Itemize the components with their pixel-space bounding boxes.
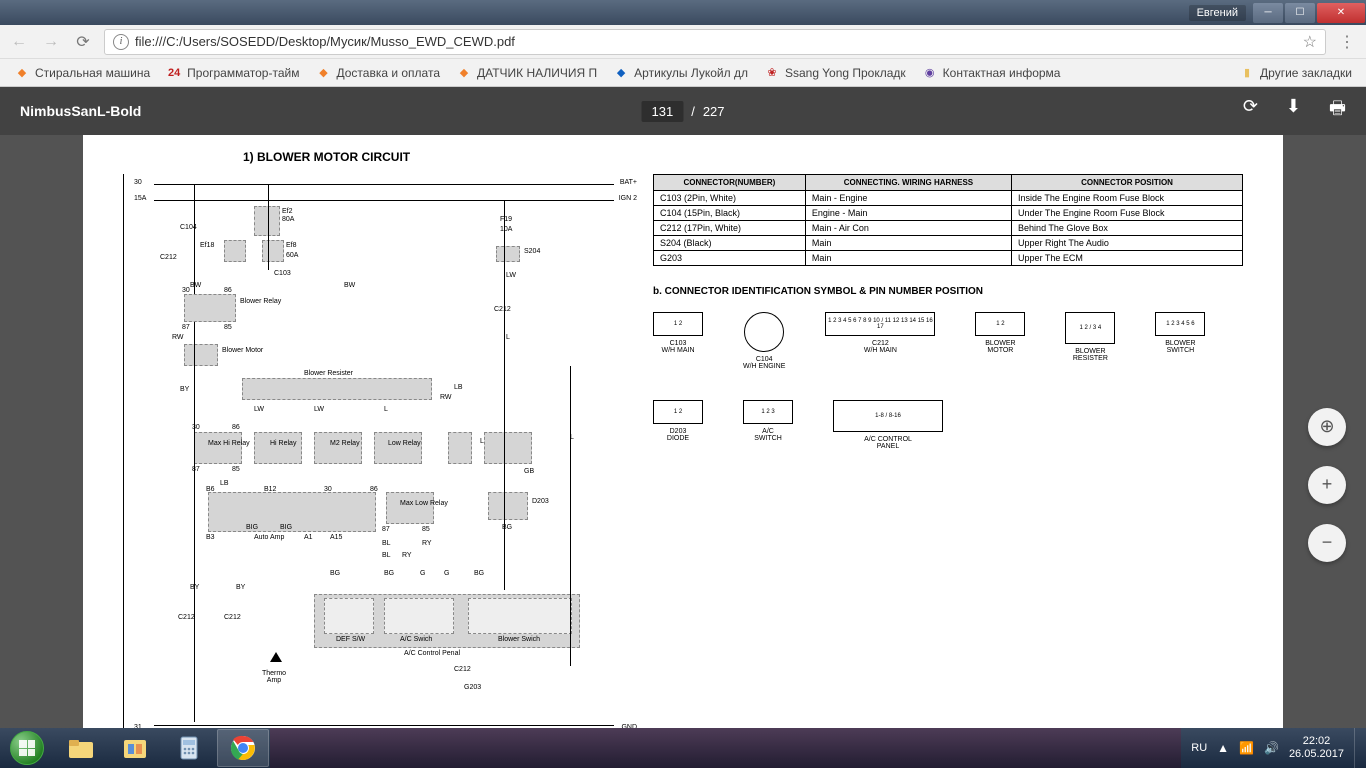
- taskbar-spacer: [270, 728, 1181, 768]
- bookmark-item[interactable]: ◉Контактная информа: [916, 62, 1067, 84]
- url-text: file:///C:/Users/SOSEDD/Desktop/Мусик/Mu…: [135, 34, 515, 49]
- pdf-page-indicator: 131 / 227: [641, 101, 724, 122]
- bookmark-item[interactable]: ◆Артикулы Лукойл дл: [607, 62, 754, 84]
- bookmark-star-icon[interactable]: ☆: [1303, 32, 1317, 52]
- table-row: S204 (Black)MainUpper Right The Audio: [654, 236, 1243, 251]
- window-close-button[interactable]: ✕: [1317, 3, 1365, 23]
- connector-shape: [744, 312, 784, 352]
- tray-lang-indicator[interactable]: RU: [1191, 742, 1207, 754]
- connector-item: 1 2 / 3 4BLOWERRESISTER: [1065, 312, 1115, 370]
- connector-item: 1 2 3 4 5 6BLOWERSWITCH: [1155, 312, 1205, 370]
- bookmark-item[interactable]: 24Программатор-тайм: [160, 62, 305, 84]
- connector-shape: 1 2 3 4 5 6 7 8 9 10 / 11 12 13 14 15 16…: [825, 312, 935, 336]
- table-row: C104 (15Pin, Black)Engine - MainUnder Th…: [654, 206, 1243, 221]
- pdf-actions: ⟳ ⬇ 🖶: [1243, 96, 1346, 126]
- connector-item: 1 2D203DIODE: [653, 400, 703, 450]
- connector-item: 1 2 3 4 5 6 7 8 9 10 / 11 12 13 14 15 16…: [825, 312, 935, 370]
- pdf-rotate-icon[interactable]: ⟳: [1243, 96, 1258, 126]
- bookmark-icon: ❀: [764, 65, 780, 81]
- tray-flag-icon[interactable]: ▲: [1217, 741, 1229, 755]
- other-bookmarks-button[interactable]: ▮Другие закладки: [1233, 62, 1358, 84]
- table-row: C103 (2Pin, White)Main - EngineInside Th…: [654, 191, 1243, 206]
- taskbar-app-folder[interactable]: [109, 729, 161, 767]
- taskbar-app-chrome[interactable]: [217, 729, 269, 767]
- section-b-title: b. CONNECTOR IDENTIFICATION SYMBOL & PIN…: [653, 286, 1243, 297]
- window-maximize-button[interactable]: ☐: [1285, 3, 1315, 23]
- connector-table: CONNECTOR(NUMBER) CONNECTING. WIRING HAR…: [653, 174, 1243, 266]
- connector-shape: 1 2 / 3 4: [1065, 312, 1115, 344]
- windows-logo-icon: [10, 731, 44, 765]
- pdf-page: 1) BLOWER MOTOR CIRCUIT 30 BAT+ 15A IGN …: [83, 135, 1283, 728]
- tray-volume-icon[interactable]: 🔊: [1264, 741, 1279, 755]
- tray-network-icon[interactable]: 📶: [1239, 741, 1254, 755]
- taskbar-app-calc[interactable]: [163, 729, 215, 767]
- bookmark-icon: ◉: [922, 65, 938, 81]
- folder-icon: ▮: [1239, 65, 1255, 81]
- bookmarks-bar: ◆Стиральная машина 24Программатор-тайм ◆…: [0, 59, 1366, 87]
- connector-grid: 1 2C103W/H MAIN C104W/H ENGINE 1 2 3 4 5 6…: [653, 312, 1243, 450]
- connector-shape: 1 2: [975, 312, 1025, 336]
- pdf-total-pages: 227: [703, 104, 725, 119]
- bookmark-icon: ◆: [456, 65, 472, 81]
- pdf-current-page-input[interactable]: 131: [641, 101, 683, 122]
- pdf-zoom-out-button[interactable]: −: [1308, 524, 1346, 562]
- show-desktop-button[interactable]: [1354, 728, 1366, 768]
- bookmark-item[interactable]: ◆Стиральная машина: [8, 62, 156, 84]
- site-info-icon[interactable]: i: [113, 34, 129, 50]
- pdf-zoom-controls: ⊕ + −: [1308, 408, 1346, 562]
- pdf-fit-button[interactable]: ⊕: [1308, 408, 1346, 446]
- connector-shape: 1 2 3 4 5 6: [1155, 312, 1205, 336]
- section-title: 1) BLOWER MOTOR CIRCUIT: [243, 150, 1243, 164]
- bookmark-item[interactable]: ◆ДАТЧИК НАЛИЧИЯ П: [450, 62, 603, 84]
- pdf-print-icon[interactable]: 🖶: [1329, 96, 1346, 126]
- connector-shape: 1 2: [653, 400, 703, 424]
- pdf-document-title: NimbusSanL-Bold: [20, 103, 141, 119]
- pdf-download-icon[interactable]: ⬇: [1286, 96, 1301, 126]
- table-row: G203MainUpper The ECM: [654, 251, 1243, 266]
- pdf-viewer: NimbusSanL-Bold 131 / 227 ⟳ ⬇ 🖶 1) BLOWE…: [0, 87, 1366, 728]
- pdf-content-area[interactable]: 1) BLOWER MOTOR CIRCUIT 30 BAT+ 15A IGN …: [0, 135, 1366, 728]
- connector-shape: 1 2: [653, 312, 703, 336]
- chrome-user-badge[interactable]: Евгений: [1189, 5, 1246, 21]
- pdf-toolbar: NimbusSanL-Bold 131 / 227 ⟳ ⬇ 🖶: [0, 87, 1366, 135]
- connector-item: 1 2BLOWERMOTOR: [975, 312, 1025, 370]
- taskbar-app-explorer[interactable]: [55, 729, 107, 767]
- bookmark-icon: ◆: [14, 65, 30, 81]
- window-minimize-button[interactable]: ─: [1253, 3, 1283, 23]
- bookmark-icon: 24: [166, 65, 182, 81]
- window-titlebar: Евгений ─ ☐ ✕: [0, 0, 1366, 25]
- connector-item: C104W/H ENGINE: [743, 312, 785, 370]
- pdf-zoom-in-button[interactable]: +: [1308, 466, 1346, 504]
- connector-item: 1-8 / 8-16A/C CONTROLPANEL: [833, 400, 943, 450]
- bookmark-icon: ◆: [315, 65, 331, 81]
- omnibox[interactable]: i file:///C:/Users/SOSEDD/Desktop/Мусик/…: [104, 29, 1326, 55]
- bookmark-item[interactable]: ❀Ssang Yong Прокладк: [758, 62, 912, 84]
- start-button[interactable]: [0, 728, 54, 768]
- connector-item: 1 2C103W/H MAIN: [653, 312, 703, 370]
- bookmark-item[interactable]: ◆Доставка и оплата: [309, 62, 446, 84]
- connector-shape: 1-8 / 8-16: [833, 400, 943, 432]
- bookmark-icon: ◆: [613, 65, 629, 81]
- system-tray: RU ▲ 📶 🔊 22:02 26.05.2017: [1181, 735, 1354, 761]
- tray-clock[interactable]: 22:02 26.05.2017: [1289, 735, 1344, 761]
- connector-shape: 1 2 3: [743, 400, 793, 424]
- taskbar: RU ▲ 📶 🔊 22:02 26.05.2017: [0, 728, 1366, 768]
- nav-forward-button[interactable]: →: [40, 31, 62, 53]
- nav-back-button[interactable]: ←: [8, 31, 30, 53]
- connector-item: 1 2 3A/CSWITCH: [743, 400, 793, 450]
- table-row: C212 (17Pin, White)Main - Air ConBehind …: [654, 221, 1243, 236]
- nav-reload-button[interactable]: ⟳: [72, 31, 94, 53]
- chrome-menu-button[interactable]: ⋮: [1336, 31, 1358, 53]
- circuit-diagram: 30 BAT+ 15A IGN 2 31 GND Ef2: [123, 174, 643, 728]
- address-bar: ← → ⟳ i file:///C:/Users/SOSEDD/Desktop/…: [0, 25, 1366, 59]
